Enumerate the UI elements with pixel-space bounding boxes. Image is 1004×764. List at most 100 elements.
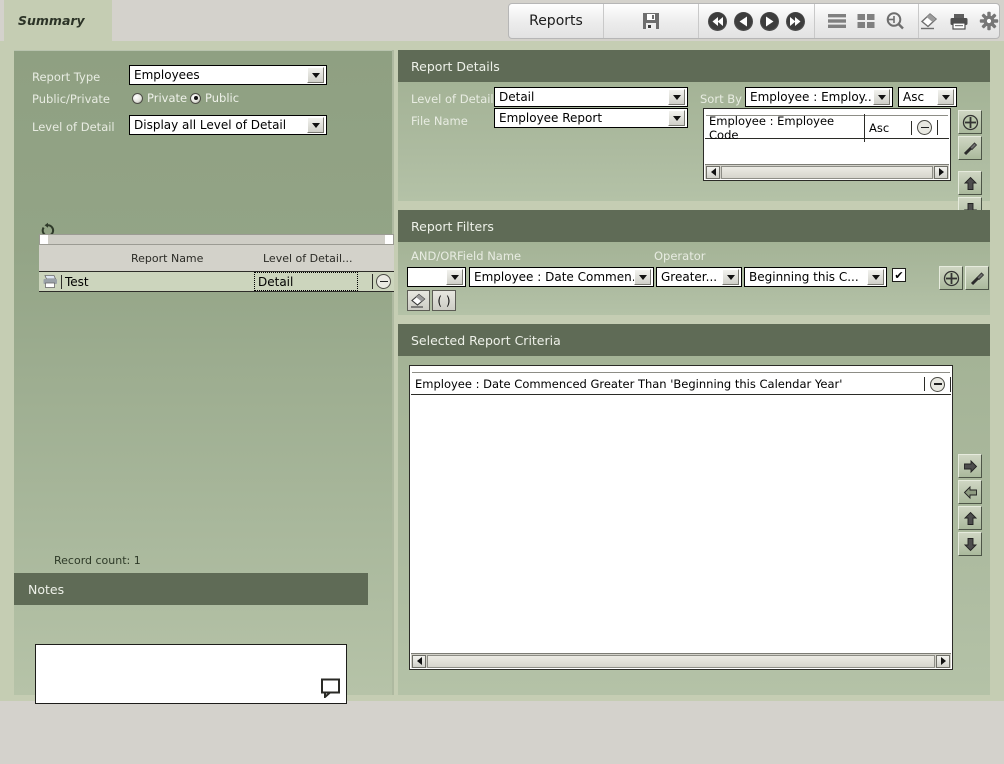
toolbar-save-button[interactable] — [604, 4, 699, 38]
scroll-left-icon[interactable] — [412, 655, 426, 668]
pen-edit-icon — [962, 140, 979, 157]
printer-icon[interactable] — [949, 12, 969, 31]
radio-public-label: Public — [205, 91, 239, 105]
gear-icon[interactable] — [979, 11, 999, 31]
printer-icon — [39, 274, 61, 289]
toolbar-reports-label: Reports — [529, 13, 583, 29]
toolbar-navigation-group — [699, 4, 815, 38]
grid-view-icon[interactable] — [856, 12, 876, 30]
criteria-action-buttons — [958, 454, 982, 556]
move-criteria-right-button[interactable] — [958, 454, 982, 478]
chevron-down-icon[interactable] — [668, 110, 685, 126]
filter-enabled-checkbox[interactable]: ✔ — [892, 268, 906, 282]
comment-balloon-icon[interactable] — [320, 678, 342, 701]
report-type-label: Report Type — [32, 70, 100, 84]
filter-value-value: Beginning this C... — [749, 270, 867, 284]
chevron-down-icon[interactable] — [668, 89, 685, 105]
sort-by-grid: Employee : Employee Code Asc — [703, 108, 951, 181]
notes-header: Notes — [14, 573, 368, 605]
tab-summary[interactable]: Summary — [4, 0, 112, 41]
report-details-body: Level of Detail Detail File Name Employe… — [398, 82, 990, 201]
table-row[interactable]: Employee : Date Commenced Greater Than '… — [411, 374, 951, 395]
notes-input[interactable] — [35, 644, 347, 704]
chevron-down-icon[interactable] — [634, 269, 651, 285]
notes-header-label: Notes — [28, 582, 64, 597]
report-details-title: Report Details — [411, 59, 500, 74]
column-header-report-name: Report Name — [131, 252, 203, 265]
report-filters-section: Report Filters AND/OR Field Name Operato… — [398, 210, 990, 315]
chevron-down-icon[interactable] — [722, 269, 739, 285]
level-of-detail-select[interactable]: Display all Level of Detail — [129, 115, 327, 135]
scroll-right-icon[interactable] — [936, 655, 950, 668]
skip-back-icon[interactable] — [707, 11, 728, 32]
level-of-detail-value: Display all Level of Detail — [134, 118, 307, 132]
filter-operator-select[interactable]: Greater... — [656, 267, 742, 287]
detail-level-value: Detail — [499, 90, 668, 104]
edit-filter-button[interactable] — [965, 266, 989, 290]
sort-field-select[interactable]: Employee : Employ... — [745, 87, 893, 107]
checkmark-icon: ✔ — [894, 270, 903, 281]
scroll-thumb[interactable] — [427, 655, 935, 668]
table-row[interactable]: Test Detail — [39, 271, 394, 292]
cell-level-of-detail[interactable]: Detail — [254, 272, 358, 291]
parentheses-label: ( ) — [437, 294, 450, 308]
sort-grid-hscrollbar[interactable] — [705, 164, 949, 179]
andor-select[interactable] — [407, 267, 466, 287]
move-sort-up-button[interactable] — [958, 171, 982, 195]
chevron-down-icon[interactable] — [873, 89, 890, 105]
criteria-grid-hscrollbar[interactable] — [411, 653, 951, 668]
app-canvas: Report Type Employees Public/Private Pri… — [0, 41, 1004, 701]
radio-private[interactable]: Private — [132, 91, 187, 105]
main-toolbar: Reports — [508, 3, 1000, 39]
top-bar: Summary Reports — [0, 0, 1004, 41]
toolbar-reports-button[interactable]: Reports — [509, 4, 604, 38]
scroll-thumb[interactable] — [721, 166, 933, 179]
parentheses-button[interactable]: ( ) — [432, 290, 456, 311]
move-criteria-down-button[interactable] — [958, 532, 982, 556]
step-back-icon[interactable] — [733, 11, 754, 32]
radio-public[interactable]: Public — [190, 91, 239, 105]
add-sort-button[interactable] — [958, 110, 982, 134]
chevron-down-icon[interactable] — [307, 117, 324, 133]
radio-public-icon — [190, 93, 201, 104]
eraser-icon — [410, 293, 427, 309]
cell-sort-field: Employee : Employee Code — [705, 114, 865, 142]
clear-filter-button[interactable] — [407, 290, 430, 311]
filter-field-select[interactable]: Employee : Date Commen... — [469, 267, 654, 287]
chevron-down-icon[interactable] — [307, 67, 324, 83]
delete-criteria-button[interactable] — [925, 377, 951, 392]
scroll-right-icon[interactable] — [934, 166, 948, 179]
selected-report-criteria-body: Employee : Date Commenced Greater Than '… — [398, 356, 990, 695]
chevron-down-icon[interactable] — [867, 269, 884, 285]
scroll-right-cap — [385, 235, 393, 244]
report-list-scrollbar[interactable] — [39, 234, 394, 245]
list-view-icon[interactable] — [827, 12, 847, 30]
report-type-select[interactable]: Employees — [129, 65, 327, 85]
file-name-label: File Name — [411, 114, 468, 128]
chevron-down-icon[interactable] — [937, 89, 954, 105]
move-criteria-up-button[interactable] — [958, 506, 982, 530]
filter-field-value: Employee : Date Commen... — [474, 270, 634, 284]
delete-row-button[interactable] — [372, 274, 394, 289]
scroll-left-icon[interactable] — [706, 166, 720, 179]
eraser-icon[interactable] — [919, 11, 939, 31]
arrow-right-icon — [963, 459, 978, 474]
move-criteria-left-button[interactable] — [958, 480, 982, 504]
andor-column-label: AND/OR — [411, 249, 457, 263]
file-name-select[interactable]: Employee Report — [494, 108, 688, 128]
edit-sort-button[interactable] — [958, 136, 982, 160]
chevron-down-icon[interactable] — [446, 269, 463, 285]
filter-value-select[interactable]: Beginning this C... — [744, 267, 887, 287]
criteria-grid-topline — [412, 368, 950, 373]
add-filter-button[interactable] — [939, 266, 963, 290]
cell-sort-direction: Asc — [865, 121, 912, 135]
step-forward-icon[interactable] — [759, 11, 780, 32]
magnifier-icon[interactable] — [885, 11, 905, 31]
filter-operator-value: Greater... — [661, 270, 722, 284]
delete-sort-button[interactable] — [912, 120, 938, 135]
detail-level-select[interactable]: Detail — [494, 87, 688, 107]
table-row[interactable]: Employee : Employee Code Asc — [705, 117, 949, 139]
skip-forward-icon[interactable] — [785, 11, 806, 32]
sort-direction-select[interactable]: Asc — [898, 87, 957, 107]
scroll-left-cap — [40, 235, 48, 244]
